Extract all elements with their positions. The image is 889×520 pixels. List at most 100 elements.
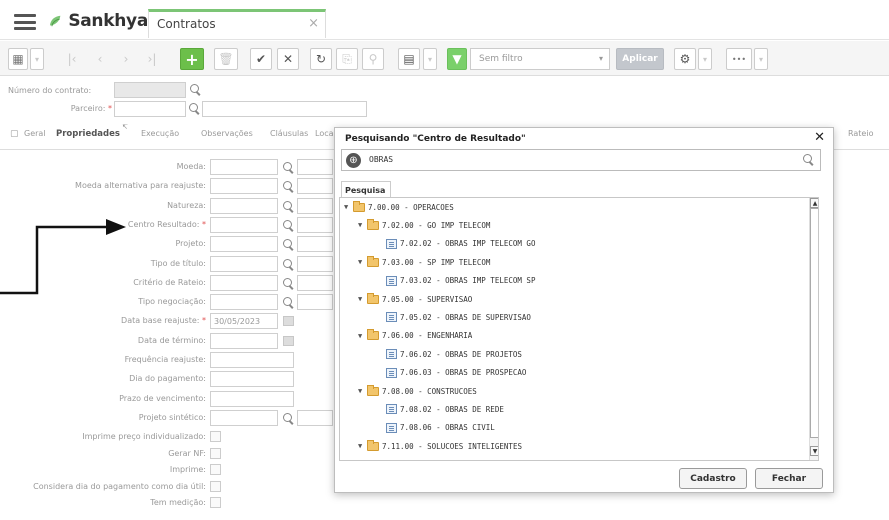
tree-leaf-node[interactable]: 7.02.02 - OBRAS IMP TELECOM GO xyxy=(386,237,535,251)
field-input[interactable] xyxy=(210,255,278,272)
tab-observacoes[interactable]: Observações xyxy=(201,129,253,138)
add-record-button[interactable]: + xyxy=(180,48,204,70)
collapse-icon[interactable]: ▢ xyxy=(10,129,19,139)
field-input[interactable] xyxy=(210,216,278,233)
expand-triangle-icon[interactable]: ▼ xyxy=(358,442,365,450)
checkbox[interactable] xyxy=(210,447,221,459)
report-icon[interactable]: ▤ xyxy=(398,48,420,70)
filter-icon[interactable]: ▼ xyxy=(447,48,467,70)
field-description-input[interactable] xyxy=(297,197,333,214)
checkbox[interactable] xyxy=(210,464,221,476)
dialog-search-input[interactable]: OBRAS xyxy=(369,155,393,164)
checkbox[interactable] xyxy=(210,431,221,443)
field-input[interactable] xyxy=(210,352,294,368)
field-search-icon[interactable] xyxy=(283,219,294,231)
field-input[interactable] xyxy=(210,294,278,311)
tab-propriedades[interactable]: Propriedades xyxy=(56,129,120,139)
gear-icon[interactable]: ⚙ xyxy=(674,48,696,70)
tree-leaf-node[interactable]: 7.06.02 - OBRAS DE PROJETOS xyxy=(386,347,522,361)
tree-leaf-node[interactable]: 7.08.02 - OBRAS DE REDE xyxy=(386,402,504,416)
calendar-icon[interactable] xyxy=(283,316,294,327)
copy-icon[interactable]: ⎘ xyxy=(336,48,358,70)
partner-search-icon[interactable] xyxy=(189,103,200,114)
save-check-icon[interactable]: ✔ xyxy=(250,48,272,70)
field-search-icon[interactable] xyxy=(283,162,294,173)
more-options-dropdown[interactable]: ▾ xyxy=(754,48,768,70)
last-record-icon[interactable]: ›| xyxy=(142,48,162,70)
contract-number-input[interactable] xyxy=(114,82,186,98)
tab-contratos[interactable]: Contratos × xyxy=(148,9,326,38)
field-search-icon[interactable] xyxy=(283,181,294,192)
expand-triangle-icon[interactable]: ▼ xyxy=(358,387,365,395)
attach-icon[interactable]: ⚲ xyxy=(362,48,384,70)
globe-icon[interactable]: ⊕ xyxy=(346,153,361,168)
checkbox[interactable] xyxy=(210,480,221,492)
prev-record-icon[interactable]: ‹ xyxy=(90,48,110,70)
field-description-input[interactable] xyxy=(297,236,333,253)
field-input[interactable] xyxy=(210,178,278,195)
field-description-input[interactable] xyxy=(297,409,333,426)
more-options-button[interactable]: ••• xyxy=(726,48,752,70)
tab-loca[interactable]: Loca xyxy=(315,129,334,138)
field-search-icon[interactable] xyxy=(283,258,294,270)
field-search-icon[interactable] xyxy=(283,297,294,308)
scroll-thumb[interactable] xyxy=(810,208,818,438)
field-description-input[interactable] xyxy=(297,294,333,311)
field-input[interactable] xyxy=(210,332,278,349)
partner-code-input[interactable] xyxy=(114,101,186,117)
expand-triangle-icon[interactable]: ▼ xyxy=(344,203,351,211)
field-description-input[interactable] xyxy=(297,216,333,233)
dialog-search-box[interactable]: ⊕ OBRAS xyxy=(341,149,821,171)
field-description-input[interactable] xyxy=(297,255,333,272)
field-description-input[interactable] xyxy=(297,274,333,291)
register-button[interactable]: Cadastro xyxy=(679,468,747,489)
tree-folder-node[interactable]: ▼ 7.00.00 - OPERACOES xyxy=(344,200,454,214)
report-dropdown[interactable]: ▾ xyxy=(423,48,437,70)
search-icon[interactable] xyxy=(803,154,816,167)
grid-view-icon[interactable]: ▦ xyxy=(8,48,28,70)
expand-triangle-icon[interactable]: ▼ xyxy=(358,258,365,266)
partner-name-input[interactable] xyxy=(202,101,367,117)
hamburger-menu-icon[interactable] xyxy=(14,14,36,30)
field-search-icon[interactable] xyxy=(283,277,294,289)
field-input[interactable] xyxy=(210,236,278,253)
scroll-up-arrow-icon[interactable]: ▲ xyxy=(810,198,818,208)
field-search-icon[interactable] xyxy=(283,412,294,424)
filter-select[interactable]: Sem filtro ▾ xyxy=(470,48,610,70)
field-input[interactable] xyxy=(210,409,278,426)
delete-icon[interactable]: 🗑 xyxy=(214,48,238,70)
cancel-x-icon[interactable]: ✕ xyxy=(277,48,299,70)
close-button[interactable]: Fechar xyxy=(755,468,823,489)
grid-view-dropdown[interactable]: ▾ xyxy=(30,48,44,70)
tab-close-icon[interactable]: × xyxy=(308,16,319,31)
tree-leaf-node[interactable]: 7.08.06 - OBRAS CIVIL xyxy=(386,421,495,435)
apply-filter-button[interactable]: Aplicar xyxy=(616,48,664,70)
field-input[interactable] xyxy=(210,274,278,291)
field-input[interactable] xyxy=(210,371,294,388)
field-search-icon[interactable] xyxy=(283,200,294,212)
next-record-icon[interactable]: › xyxy=(116,48,136,70)
checkbox[interactable] xyxy=(210,497,221,509)
tab-rateio[interactable]: Rateio xyxy=(848,129,873,138)
tab-execucao[interactable]: Execução xyxy=(141,129,179,138)
calendar-icon[interactable] xyxy=(283,335,294,346)
tree-folder-node[interactable]: ▼ 7.06.00 - ENGENHARIA xyxy=(358,329,472,343)
gear-dropdown[interactable]: ▾ xyxy=(698,48,712,70)
first-record-icon[interactable]: |‹ xyxy=(62,48,82,70)
expand-triangle-icon[interactable]: ▼ xyxy=(358,332,365,340)
field-input[interactable] xyxy=(210,390,294,407)
field-input[interactable] xyxy=(210,159,278,175)
tree-folder-node[interactable]: ▼ 7.03.00 - SP IMP TELECOM xyxy=(358,255,490,269)
tree-scrollbar[interactable]: ▲ ▼ xyxy=(809,198,818,460)
tree-folder-node[interactable]: ▼ 7.02.00 - GO IMP TELECOM xyxy=(358,218,490,232)
expand-triangle-icon[interactable]: ▼ xyxy=(358,295,365,303)
tree-folder-node[interactable]: ▼ 7.05.00 - SUPERVISAO xyxy=(358,292,472,306)
tree-leaf-node[interactable]: 7.06.03 - OBRAS DE PROSPECAO xyxy=(386,366,526,380)
contract-number-search-icon[interactable] xyxy=(190,84,201,95)
field-input[interactable] xyxy=(210,197,278,214)
tab-geral[interactable]: Geral xyxy=(24,129,46,138)
scroll-down-arrow-icon[interactable]: ▼ xyxy=(810,446,818,456)
tree-folder-node[interactable]: ▼ 7.11.00 - SOLUCOES INTELIGENTES xyxy=(358,439,522,453)
refresh-icon[interactable]: ↻ xyxy=(310,48,332,70)
dialog-close-icon[interactable]: ✕ xyxy=(814,130,825,145)
